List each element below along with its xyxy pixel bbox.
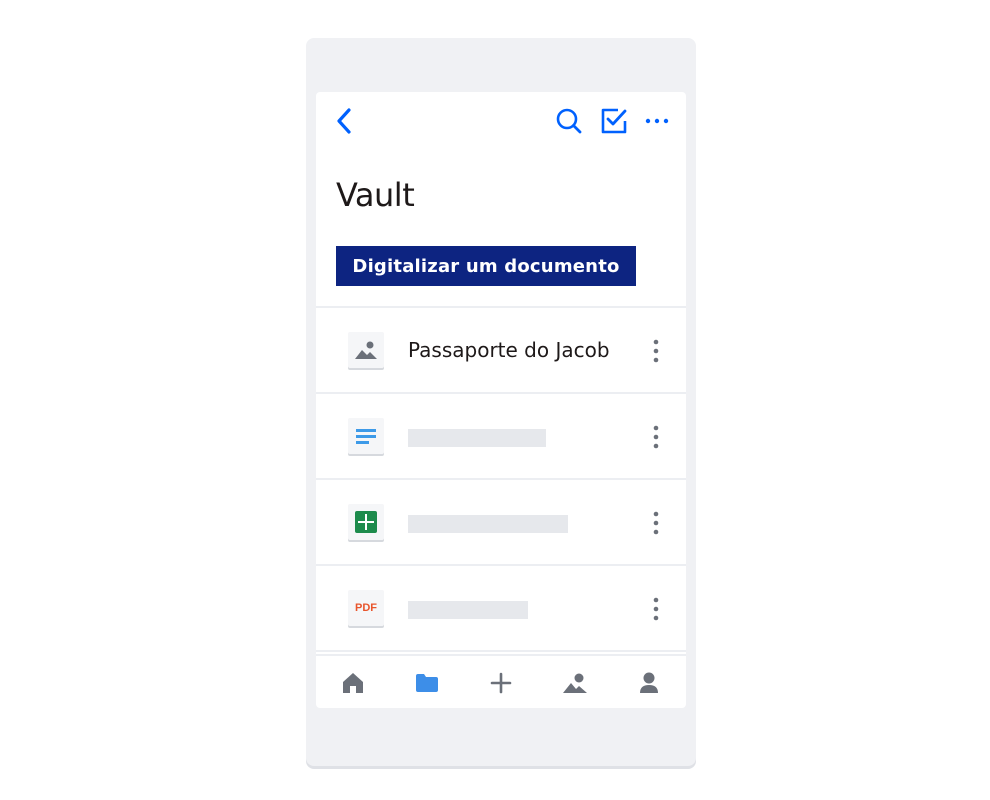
phone-frame: Vault Digitalizar um documento Passaport… xyxy=(306,38,696,766)
nav-account[interactable] xyxy=(612,656,686,708)
pdf-file-icon: PDF xyxy=(355,602,377,614)
page-title: Vault xyxy=(336,176,415,214)
photos-icon xyxy=(563,673,587,693)
more-vertical-icon xyxy=(653,511,659,535)
chevron-left-icon xyxy=(337,108,351,134)
folder-icon xyxy=(416,674,438,692)
file-menu-button[interactable] xyxy=(644,594,668,624)
file-row[interactable] xyxy=(316,394,686,480)
search-icon xyxy=(556,108,582,134)
file-row[interactable]: Passaporte do Jacob xyxy=(316,308,686,394)
file-name-placeholder xyxy=(408,601,528,619)
file-row[interactable]: PDF xyxy=(316,566,686,652)
file-name-placeholder xyxy=(408,429,546,447)
checkbox-icon xyxy=(601,108,627,134)
more-vertical-icon xyxy=(653,597,659,621)
document-file-icon xyxy=(356,429,376,444)
nav-add[interactable] xyxy=(464,656,538,708)
file-list: Passaporte do Jacob PDF xyxy=(316,306,686,652)
more-horizontal-icon xyxy=(645,118,669,124)
more-options-button[interactable] xyxy=(642,106,672,136)
file-menu-button[interactable] xyxy=(644,422,668,452)
vault-screen: Vault Digitalizar um documento Passaport… xyxy=(316,92,686,708)
image-file-icon xyxy=(355,341,377,359)
spreadsheet-file-icon xyxy=(355,511,377,533)
file-thumbnail: PDF xyxy=(348,590,384,626)
search-button[interactable] xyxy=(554,106,584,136)
top-bar xyxy=(316,92,686,152)
file-name: Passaporte do Jacob xyxy=(408,338,610,362)
nav-files[interactable] xyxy=(390,656,464,708)
scan-document-button[interactable]: Digitalizar um documento xyxy=(336,246,636,286)
file-row[interactable] xyxy=(316,480,686,566)
file-menu-button[interactable] xyxy=(644,508,668,538)
nav-photos[interactable] xyxy=(538,656,612,708)
file-thumbnail xyxy=(348,332,384,368)
more-vertical-icon xyxy=(653,425,659,449)
file-name-placeholder xyxy=(408,515,568,533)
file-thumbnail xyxy=(348,418,384,454)
select-button[interactable] xyxy=(599,106,629,136)
nav-home[interactable] xyxy=(316,656,390,708)
plus-icon xyxy=(490,672,512,694)
bottom-navigation xyxy=(316,654,686,708)
back-button[interactable] xyxy=(330,106,358,136)
file-menu-button[interactable] xyxy=(644,336,668,366)
file-thumbnail xyxy=(348,504,384,540)
home-icon xyxy=(343,673,363,693)
more-vertical-icon xyxy=(653,339,659,363)
person-icon xyxy=(640,672,658,693)
